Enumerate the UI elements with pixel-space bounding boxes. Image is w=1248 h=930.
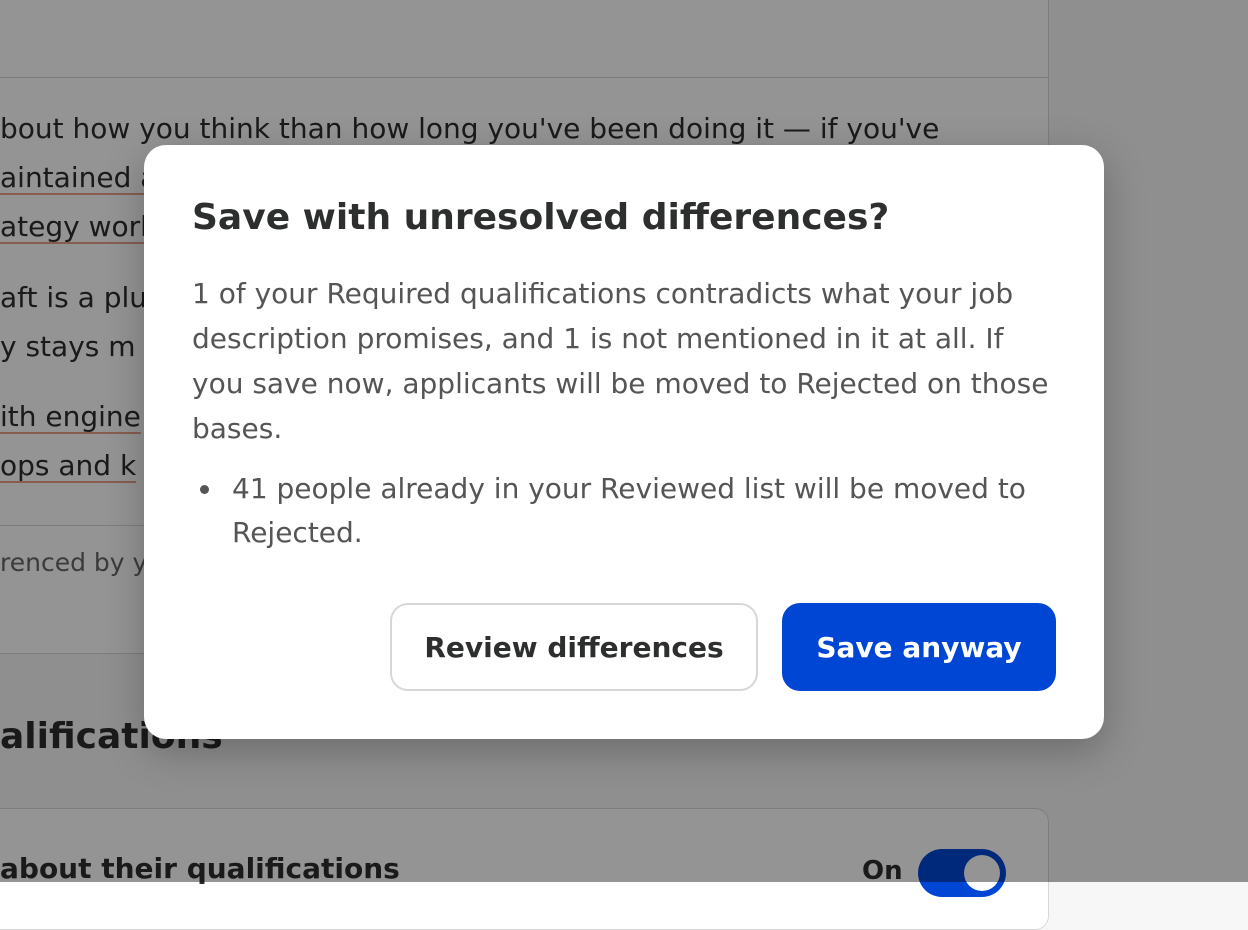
confirm-save-dialog: Save with unresolved differences? 1 of y… (144, 145, 1104, 739)
dialog-consequence-list: 41 people already in your Reviewed list … (192, 467, 1052, 555)
save-anyway-button[interactable]: Save anyway (782, 603, 1056, 691)
list-item: 41 people already in your Reviewed list … (192, 467, 1052, 555)
dialog-message: 1 of your Required qualifications contra… (192, 277, 1049, 445)
dialog-title: Save with unresolved differences? (192, 197, 890, 238)
list-item-text: 41 people already in your Reviewed list … (232, 472, 1026, 549)
bullet-icon (200, 485, 209, 494)
review-differences-button[interactable]: Review differences (390, 603, 758, 691)
